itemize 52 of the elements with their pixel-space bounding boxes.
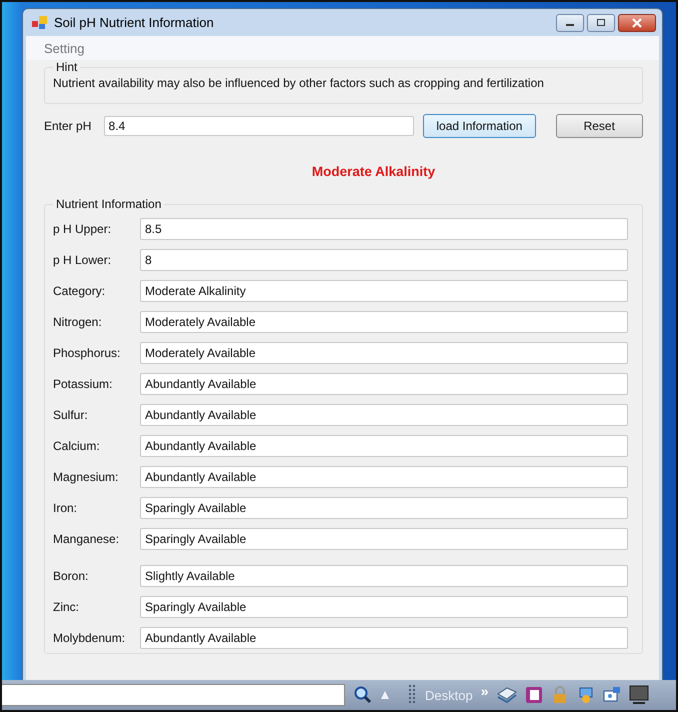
load-button[interactable]: load Information [423, 114, 536, 138]
value-field[interactable]: 8.5 [140, 218, 628, 240]
field-label: p H Upper: [53, 222, 112, 236]
field-label: Magnesium: [53, 470, 120, 484]
field-label: Sulfur: [53, 408, 89, 422]
value-field[interactable]: Sparingly Available [140, 528, 628, 550]
window-title: Soil pH Nutrient Information [54, 15, 214, 30]
field-label: Nitrogen: [53, 314, 103, 328]
maximize-icon [595, 18, 607, 28]
field-label: Zinc: [53, 600, 80, 614]
field-label: Phosphorus: [53, 346, 122, 360]
field-label: Manganese: [53, 532, 120, 546]
value-field[interactable]: Abundantly Available [140, 434, 628, 456]
field-label: Potassium: [53, 376, 114, 390]
value-field[interactable]: Abundantly Available [140, 404, 628, 426]
field-label: Boron: [53, 568, 90, 582]
value-field[interactable]: Sparingly Available [140, 596, 628, 618]
network-icon[interactable] [576, 686, 594, 704]
value-field[interactable]: 8 [140, 248, 628, 270]
close-icon [631, 18, 643, 28]
field-label: Calcium: [53, 438, 101, 452]
grip-icon[interactable] [409, 685, 417, 705]
field-label: Molybdenum: [53, 630, 126, 644]
value-field[interactable]: Moderately Available [140, 310, 628, 332]
reset-button[interactable]: Reset [556, 114, 643, 138]
notebook-icon[interactable] [524, 686, 542, 704]
value-field[interactable]: Abundantly Available [140, 372, 628, 394]
value-field[interactable]: Abundantly Available [140, 466, 628, 488]
value-field[interactable]: Moderately Available [140, 342, 628, 364]
value-field[interactable]: Sparingly Available [140, 496, 628, 518]
monitor-icon[interactable] [602, 686, 620, 704]
ph-input[interactable]: 8.4 [104, 116, 414, 136]
field-label: Category: [53, 284, 106, 298]
group-legend: Hint [53, 60, 80, 74]
result-text: Moderate Alkalinity [310, 164, 436, 179]
search-field[interactable] [2, 684, 345, 706]
menu-item[interactable]: Setting [44, 40, 84, 56]
book-icon[interactable] [496, 686, 516, 704]
ph-label: Enter pH [44, 119, 92, 133]
maximize-button[interactable] [587, 14, 615, 32]
close-button[interactable] [618, 14, 656, 32]
value-field[interactable]: Abundantly Available [140, 626, 628, 648]
group-legend: Nutrient Information [53, 197, 164, 211]
show-desktop-icon[interactable] [628, 685, 648, 705]
field-label: p H Lower: [53, 252, 112, 266]
app-icon [32, 16, 48, 30]
value-field[interactable]: Moderate Alkalinity [140, 280, 628, 302]
hint-text: Nutrient availability may also be influenced by other factors such as cropping and fertilization [53, 76, 544, 90]
search-icon[interactable] [353, 686, 373, 704]
field-label: Iron: [53, 500, 78, 514]
minimize-button[interactable] [556, 14, 584, 32]
value-field[interactable]: Slightly Available [140, 564, 628, 586]
